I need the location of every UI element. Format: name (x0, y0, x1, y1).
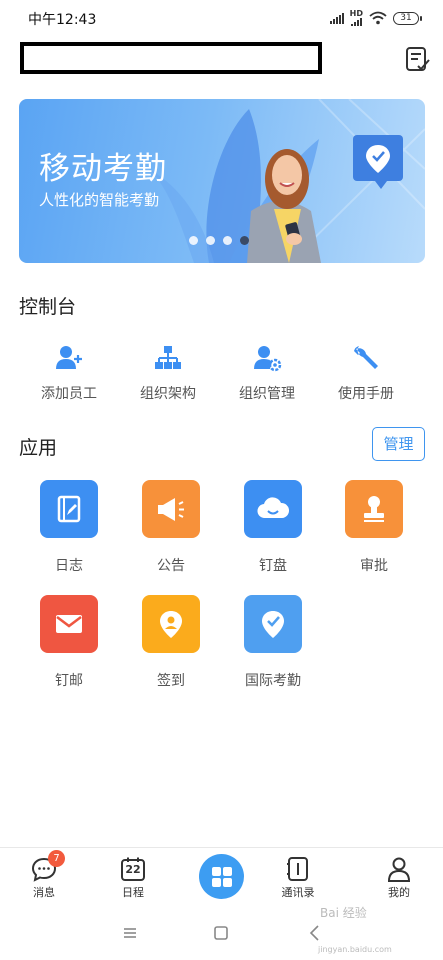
app-tile (142, 595, 200, 653)
manage-button[interactable]: 管理 (372, 427, 425, 461)
app-tile (244, 595, 302, 653)
user-settings-icon (254, 346, 282, 372)
app-log[interactable]: 日志 (24, 480, 114, 575)
location-check-icon (262, 611, 284, 638)
console-label: 组织架构 (140, 386, 196, 402)
page-dot[interactable] (223, 236, 232, 245)
console-label: 使用手册 (338, 386, 394, 402)
page-dot-active[interactable] (240, 236, 249, 245)
app-announcement[interactable]: 公告 (126, 480, 216, 575)
battery-level: 31 (400, 12, 412, 23)
add-user-icon (56, 346, 82, 369)
status-time: 中午12:43 (28, 12, 97, 28)
app-label: 钉邮 (55, 673, 83, 689)
grid-icon (211, 866, 232, 887)
app-label: 公告 (157, 558, 185, 574)
tab-label: 消息 (33, 886, 55, 899)
apps-title: 应用 (19, 437, 58, 459)
wrench-icon (354, 346, 378, 369)
tab-contacts[interactable]: 通讯录 (263, 856, 333, 900)
app-tile (244, 480, 302, 538)
unread-badge: 7 (48, 850, 65, 867)
network-type: HD (349, 9, 363, 18)
menu-icon[interactable] (120, 923, 140, 943)
redacted-title (20, 42, 322, 74)
calendar-icon: 22 (120, 856, 146, 882)
battery-icon: 31 (393, 11, 422, 25)
status-bar: 中午12:43 HD 31 (0, 0, 443, 36)
signal-icon (329, 12, 344, 24)
app-label: 国际考勤 (245, 673, 301, 689)
log-icon (57, 495, 81, 523)
banner-pagination (189, 236, 249, 245)
app-label: 签到 (157, 673, 185, 689)
app-tile (40, 595, 98, 653)
app-approval[interactable]: 审批 (329, 480, 419, 575)
signal-icon-2 (350, 18, 362, 26)
tab-label: 日程 (122, 886, 144, 899)
tab-schedule[interactable]: 22 日程 (98, 856, 168, 900)
back-icon[interactable] (305, 923, 325, 943)
stamp-icon (364, 496, 384, 522)
tab-messages[interactable]: 7 消息 (9, 850, 79, 900)
app-mail[interactable]: 钉邮 (24, 595, 114, 690)
console-label: 添加员工 (41, 386, 97, 402)
tab-label: 我的 (388, 886, 410, 899)
console-user-manual[interactable]: 使用手册 (316, 343, 416, 403)
megaphone-icon (158, 498, 184, 521)
page-dot[interactable] (206, 236, 215, 245)
tab-me[interactable]: 我的 (364, 856, 434, 900)
console-add-employee[interactable]: 添加员工 (19, 343, 119, 403)
banner-title: 移动考勤 (39, 151, 167, 187)
app-tile (142, 480, 200, 538)
location-pin-icon (160, 611, 182, 638)
console-label: 组织管理 (239, 386, 295, 402)
tab-workbench[interactable] (199, 854, 244, 899)
app-label: 审批 (360, 558, 388, 574)
app-label: 日志 (55, 558, 83, 574)
mail-icon (56, 615, 82, 633)
org-chart-icon (155, 346, 181, 369)
profile-icon (387, 857, 411, 882)
wifi-icon (369, 11, 387, 25)
console-org-structure[interactable]: 组织架构 (118, 343, 218, 403)
tab-label: 通讯录 (281, 886, 315, 899)
app-intl-attendance[interactable]: 国际考勤 (228, 595, 318, 690)
console-grid: 添加员工 组织架构 组织管理 使用手册 (19, 343, 425, 407)
watermark-url: jingyan.baidu.com (318, 945, 392, 954)
home-icon[interactable] (211, 923, 231, 943)
page-dot[interactable] (189, 236, 198, 245)
console-org-management[interactable]: 组织管理 (217, 343, 317, 403)
cloud-icon (257, 497, 290, 519)
console-title: 控制台 (19, 296, 77, 318)
app-tile (345, 480, 403, 538)
app-label: 钉盘 (259, 558, 287, 574)
watermark: Bai 经验 (320, 906, 367, 920)
contacts-icon (287, 857, 308, 881)
banner-subtitle: 人性化的智能考勤 (39, 191, 160, 209)
calendar-day: 22 (125, 863, 141, 876)
app-drive[interactable]: 钉盘 (228, 480, 318, 575)
app-tile (40, 480, 98, 538)
app-checkin[interactable]: 签到 (126, 595, 216, 690)
promo-banner[interactable]: 移动考勤 人性化的智能考勤 (19, 99, 425, 263)
notes-icon[interactable] (402, 44, 432, 74)
